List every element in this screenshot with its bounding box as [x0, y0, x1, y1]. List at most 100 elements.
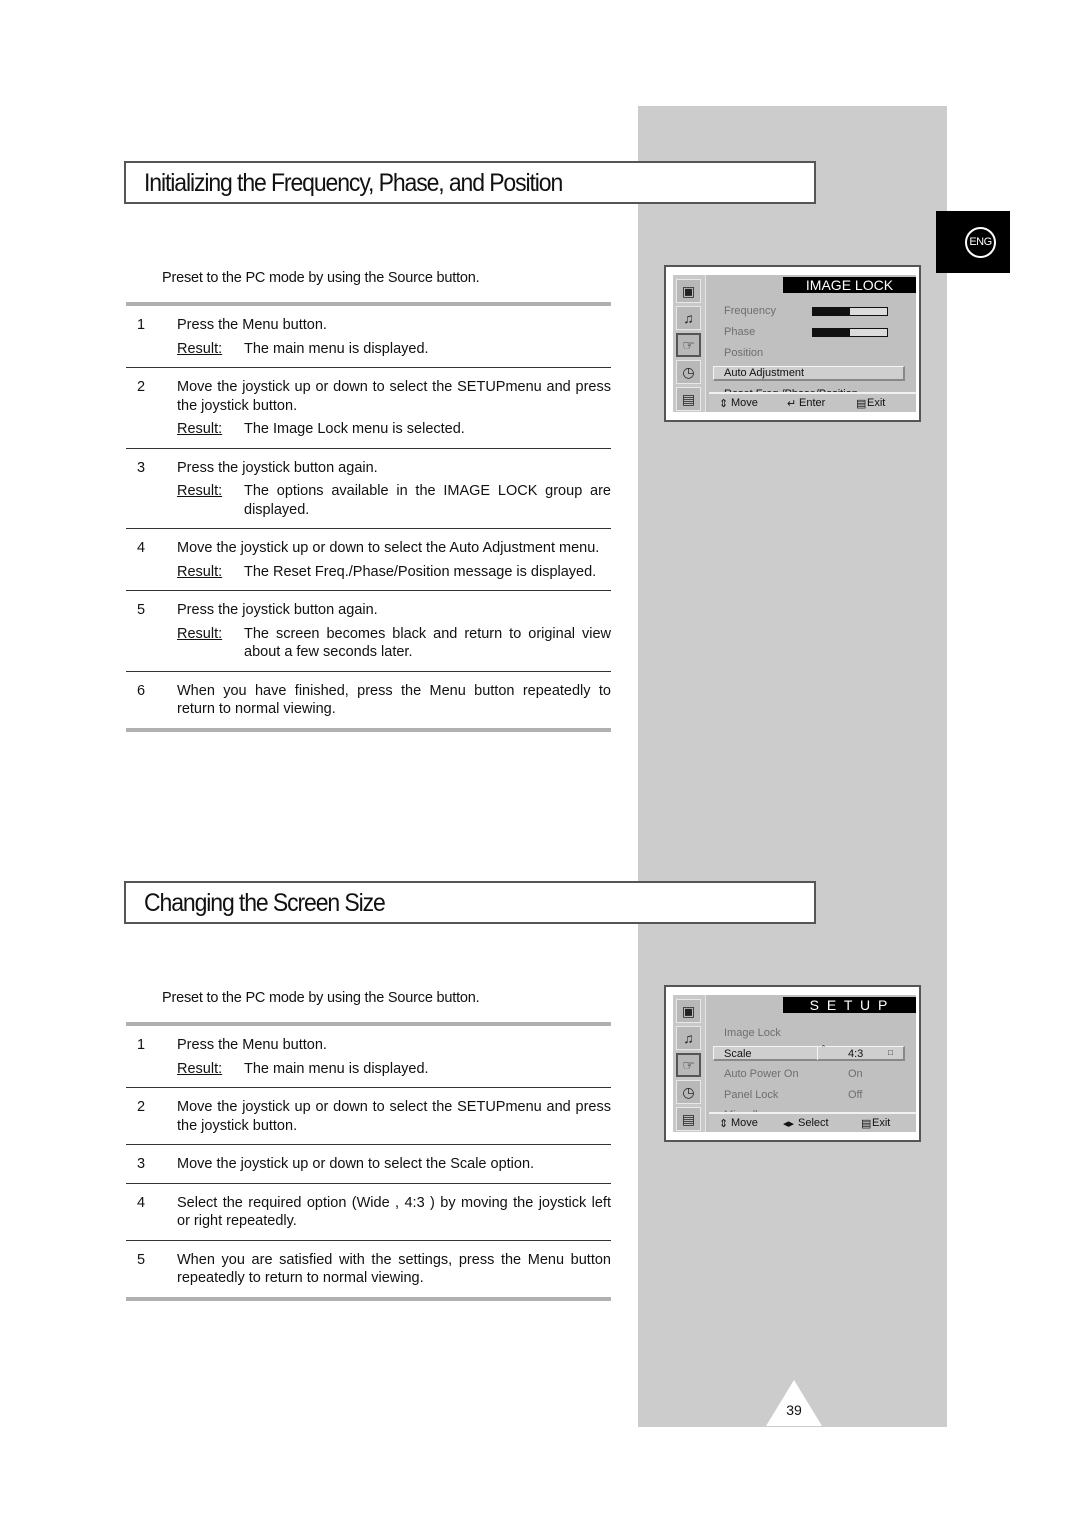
phase-bar: [812, 328, 888, 337]
step: 5 Press the joystick button again. Resul…: [126, 591, 611, 671]
select-label: Select: [798, 1117, 829, 1129]
step-text: Press the Menu button.: [177, 1037, 327, 1053]
clock-icon: ◷: [676, 1080, 701, 1104]
step-number: 3: [137, 1156, 146, 1172]
result-text: The main menu is displayed.: [244, 340, 429, 357]
result-label: Result:: [177, 483, 223, 499]
step-number: 4: [137, 540, 146, 556]
result-text: The main menu is displayed.: [244, 1060, 429, 1077]
exit-label: Exit: [867, 397, 886, 409]
result-label: Result:: [177, 563, 223, 580]
tv-picture-icon: ▣: [676, 279, 701, 303]
result-label: Result:: [177, 421, 223, 437]
move-icon: ⇕: [719, 398, 729, 410]
step-text: Press the joystick button again.: [177, 459, 378, 476]
exit-icon: ▤: [856, 398, 867, 410]
osd-item-auto-power: Auto Power On: [724, 1068, 799, 1080]
step: 1 Press the Menu button. Result: The main…: [126, 306, 611, 367]
osd-value-separator: [817, 1047, 818, 1060]
result-label: Result:: [177, 625, 223, 642]
step-text: Move the joystick up or down to select t…: [177, 1099, 611, 1134]
step-result: Result: The screen becomes black and retu…: [177, 625, 611, 662]
panel-lock-value: Off: [848, 1089, 863, 1101]
sound-note-icon: ♫: [676, 1026, 701, 1050]
step: 4 Select the required option (Wide , 4:3…: [126, 1184, 611, 1240]
step-text: When you are satisfied with the settings…: [177, 1251, 611, 1287]
page-number: 39: [786, 1402, 802, 1418]
enter-icon: ↵: [787, 398, 797, 410]
osd-panel: ▣ ♫ ☞ ◷ ▤ IMAGE LOCK Frequency Phase Pos…: [673, 275, 916, 412]
frequency-bar-fill: [813, 308, 850, 315]
result-text: The Image Lock menu is selected.: [244, 421, 465, 437]
osd-footer: ⇕ Move ◂▸ Select ▤ Exit: [709, 1112, 916, 1132]
tv-input-icon: ▤: [676, 387, 701, 411]
osd-item-auto-adjustment: Auto Adjustment: [724, 367, 805, 379]
clock-icon: ◷: [676, 360, 701, 384]
osd-icon-column: ▣ ♫ ☞ ◷ ▤: [673, 995, 706, 1132]
step-number: 3: [137, 459, 146, 476]
step: 6 When you have finished, press the Menu…: [126, 672, 611, 728]
step-number: 6: [137, 682, 146, 699]
divider: [126, 727, 611, 732]
step-text: Press the Menu button.: [177, 317, 327, 333]
step-number: 5: [137, 602, 146, 618]
steps-list: 1 Press the Menu button. Result: The main…: [126, 1022, 611, 1301]
left-arrow-icon: ˆ: [822, 1044, 825, 1054]
setup-hand-icon: ☞: [676, 333, 701, 357]
exit-label: Exit: [872, 1117, 891, 1129]
step: 3 Move the joystick up or down to select…: [126, 1145, 611, 1183]
osd-item-phase: Phase: [724, 326, 756, 338]
step-result: Result: The main menu is displayed.: [177, 1060, 611, 1079]
divider: [126, 1296, 611, 1301]
section-title-box: Initializing the Frequency, Phase, and P…: [124, 161, 816, 204]
osd-header: S E T U P: [783, 997, 916, 1013]
move-label: Move: [731, 397, 758, 409]
osd-item-scale: Scale: [724, 1048, 752, 1060]
step-result: Result: The main menu is displayed.: [177, 340, 611, 359]
step-number: 4: [137, 1194, 146, 1211]
osd-panel: ▣ ♫ ☞ ◷ ▤ S E T U P Image Lock Scale ˆ 4…: [673, 995, 916, 1132]
osd-item-position: Position: [724, 347, 764, 359]
sound-note-icon: ♫: [676, 306, 701, 330]
right-arrow-icon: □: [888, 1048, 893, 1057]
tv-picture-icon: ▣: [676, 999, 701, 1023]
frequency-bar: [812, 307, 888, 316]
osd-item-panel-lock: Panel Lock: [724, 1089, 779, 1101]
step: 2 Move the joystick up or down to select…: [126, 1088, 611, 1144]
step: 4 Move the joystick up or down to select…: [126, 529, 611, 590]
scale-value: 4:3: [848, 1048, 864, 1060]
intro-text: Preset to the PC mode by using the Sourc…: [162, 990, 480, 1006]
osd-item-image-lock: Image Lock: [724, 1027, 781, 1039]
section-title: Changing the Screen Size: [144, 889, 386, 917]
result-text: The Reset Freq./Phase/Position message i…: [244, 563, 597, 580]
step-number: 5: [137, 1251, 146, 1268]
exit-icon: ▤: [861, 1118, 872, 1130]
section-title: Initializing the Frequency, Phase, and P…: [144, 169, 563, 197]
steps-list: 1 Press the Menu button. Result: The main…: [126, 302, 611, 732]
osd-icon-column: ▣ ♫ ☞ ◷ ▤: [673, 275, 706, 412]
left-right-icon: ◂▸: [783, 1118, 795, 1130]
phase-bar-fill: [813, 329, 850, 336]
osd-header: IMAGE LOCK: [783, 277, 916, 293]
step-text: Move the joystick up or down to select t…: [177, 540, 600, 556]
step: 5 When you are satisfied with the settin…: [126, 1241, 611, 1297]
step-text: Select the required option (Wide , 4:3 )…: [177, 1194, 611, 1230]
osd-image-lock: ▣ ♫ ☞ ◷ ▤ IMAGE LOCK Frequency Phase Pos…: [664, 265, 921, 422]
setup-hand-icon: ☞: [676, 1053, 701, 1077]
step: 1 Press the Menu button. Result: The main…: [126, 1026, 611, 1087]
osd-item-frequency: Frequency: [724, 305, 776, 317]
osd-footer: ⇕ Move ↵ Enter ▤ Exit: [709, 392, 916, 412]
step-text: Move the joystick up or down to select t…: [177, 1156, 535, 1172]
result-label: Result:: [177, 1060, 223, 1077]
step: 3 Press the joystick button again. Resul…: [126, 449, 611, 529]
osd-setup: ▣ ♫ ☞ ◷ ▤ S E T U P Image Lock Scale ˆ 4…: [664, 985, 921, 1142]
step-result: Result: The Image Lock menu is selected.: [177, 420, 611, 439]
language-tab: ENG: [936, 211, 1010, 273]
step-number: 1: [137, 317, 146, 333]
result-text: The options available in the IMAGE LOCK …: [244, 483, 611, 518]
auto-power-value: On: [848, 1068, 863, 1080]
step-text: When you have finished, press the Menu b…: [177, 682, 611, 718]
section-title-box: Changing the Screen Size: [124, 881, 816, 924]
step-number: 1: [137, 1037, 146, 1053]
step-text: Move the joystick up or down to select t…: [177, 379, 611, 414]
